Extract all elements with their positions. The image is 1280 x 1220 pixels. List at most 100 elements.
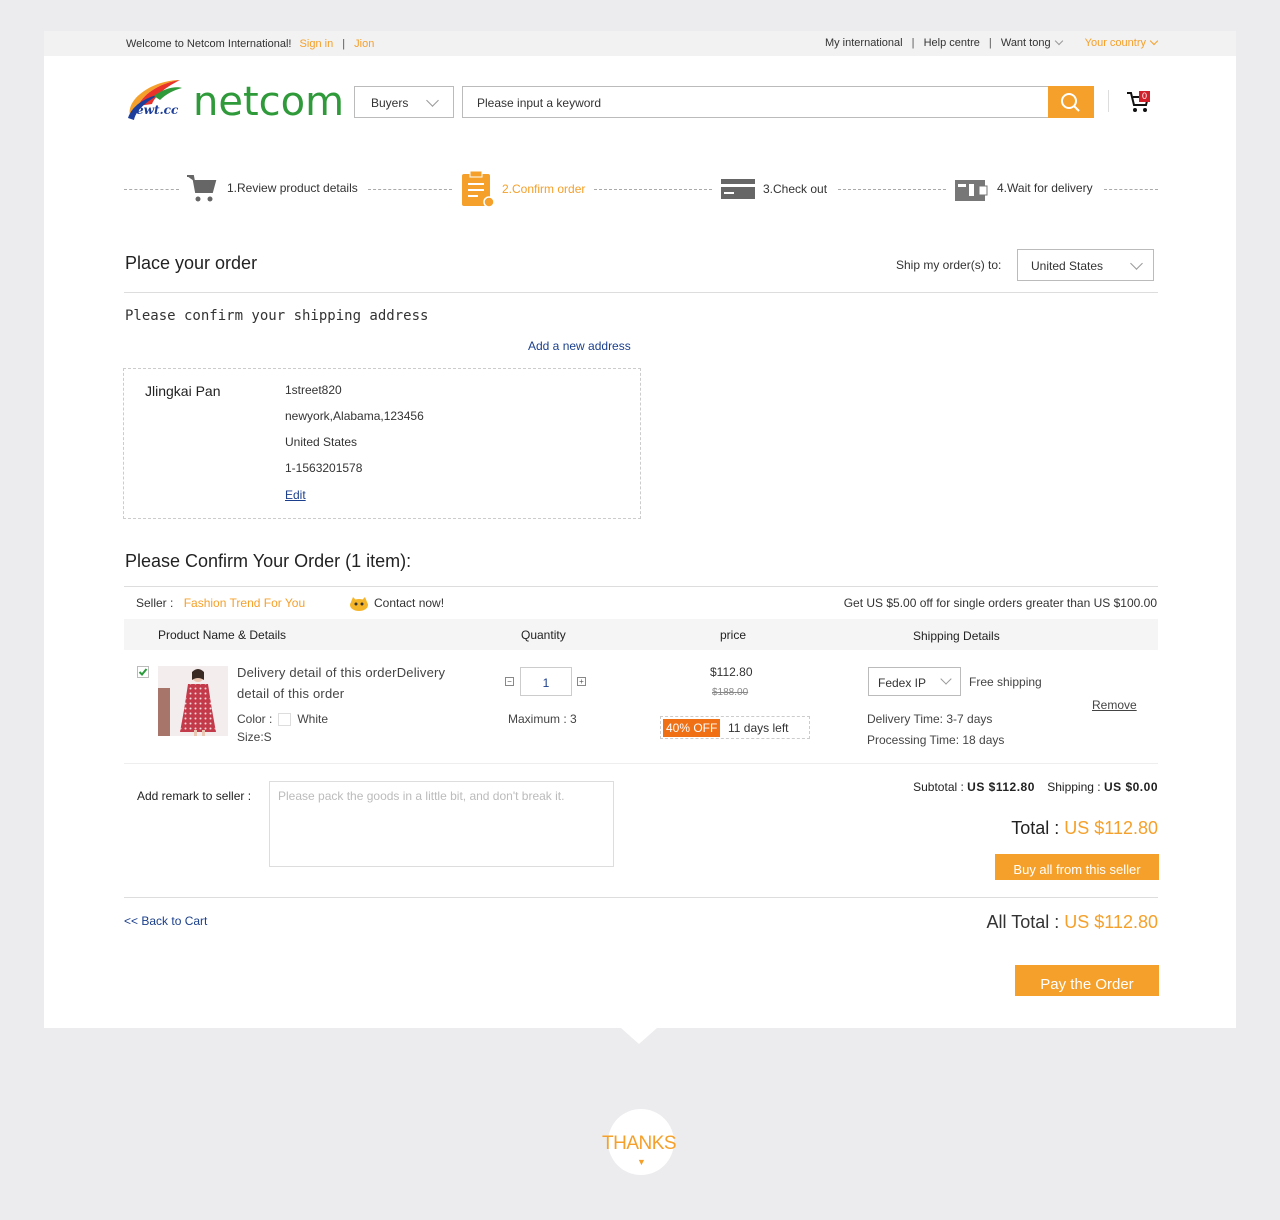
shipping-label: Shipping : xyxy=(1047,780,1101,794)
divider xyxy=(124,292,1158,293)
product-size: Size:S xyxy=(237,730,272,744)
your-country-label: Your country xyxy=(1084,37,1146,49)
pay-order-button[interactable]: Pay the Order xyxy=(1015,965,1159,996)
col-price-header: price xyxy=(720,628,747,642)
topbar-right: My international | Help centre | Want to… xyxy=(825,36,1159,49)
divider xyxy=(124,897,1158,898)
step-connector xyxy=(124,189,179,190)
chevron-down-icon xyxy=(1054,36,1063,46)
product-image xyxy=(158,666,228,736)
quantity-decrease-button[interactable]: − xyxy=(505,677,514,686)
remove-item-link[interactable]: Remove xyxy=(1092,698,1137,712)
total-value: US $112.80 xyxy=(1064,818,1158,838)
contact-seller-link[interactable]: Contact now! xyxy=(349,596,444,611)
seller-name-link[interactable]: Fashion Trend For You xyxy=(184,596,305,610)
subtotal-line: Subtotal : US $112.80 Shipping : US $0.0… xyxy=(913,780,1158,794)
contact-label: Contact now! xyxy=(374,596,445,610)
discount-badge: 40% OFF xyxy=(663,719,721,737)
total-line: Total : US $112.80 xyxy=(1011,818,1158,839)
product-color: Color : White xyxy=(237,712,329,727)
credit-card-icon xyxy=(721,179,755,199)
item-checkbox[interactable] xyxy=(137,666,149,678)
col-shipping-header: Shipping Details xyxy=(913,629,1000,643)
col-product-header: Product Name & Details xyxy=(158,628,287,642)
address-phone: 1-1563201578 xyxy=(285,461,363,475)
your-country-menu[interactable]: Your country xyxy=(1084,36,1159,49)
buyers-label: Buyers xyxy=(371,96,409,110)
step-connector xyxy=(594,189,712,190)
processing-time: Processing Time: 18 days xyxy=(867,733,1005,747)
edit-address-link[interactable]: Edit xyxy=(285,488,306,502)
my-international-link[interactable]: My international xyxy=(825,37,903,49)
all-total-value: US $112.80 xyxy=(1064,912,1158,932)
search-input[interactable]: Please input a keyword xyxy=(462,86,1094,118)
item-price: $112.80 xyxy=(710,665,753,679)
buyers-dropdown[interactable]: Buyers xyxy=(354,86,454,118)
seller-row: Seller : Fashion Trend For You xyxy=(136,596,305,610)
promo-text: Get US $5.00 off for single orders great… xyxy=(843,596,1157,610)
chevron-down-icon xyxy=(1130,257,1143,270)
remark-label: Add remark to seller : xyxy=(137,789,252,803)
divider xyxy=(124,763,1158,764)
sign-in-link[interactable]: Sign in xyxy=(300,38,334,50)
address-name: Jlingkai Pan xyxy=(145,383,221,399)
remark-placeholder: Please pack the goods in a little bit, a… xyxy=(278,789,565,803)
divider: | xyxy=(342,38,346,50)
shipping-cost: Free shipping xyxy=(969,675,1042,689)
address-city: newyork,Alabama,123456 xyxy=(285,409,424,423)
join-link[interactable]: Jion xyxy=(354,38,374,50)
logo-wordmark[interactable]: netcom xyxy=(193,79,344,125)
want-tong-menu[interactable]: Want tong xyxy=(1000,36,1063,49)
product-thumbnail[interactable] xyxy=(158,666,228,736)
all-total-label: All Total : xyxy=(986,912,1060,932)
card-notch xyxy=(621,1028,657,1044)
address-heading: Please confirm your shipping address xyxy=(125,308,429,324)
search-button[interactable] xyxy=(1048,86,1094,118)
ship-to-label: Ship my order(s) to: xyxy=(896,258,1002,272)
shipping-method-value: Fedex IP xyxy=(878,676,927,690)
help-centre-link[interactable]: Help centre xyxy=(924,37,980,49)
step-4-label: 4.Wait for delivery xyxy=(997,181,1093,195)
buy-all-button[interactable]: Buy all from this seller xyxy=(995,854,1159,880)
color-swatch xyxy=(278,713,292,727)
delivery-time: Delivery Time: 3-7 days xyxy=(867,712,993,726)
days-left: 11 days left xyxy=(728,721,789,735)
top-utility-bar: Welcome to Netcom International! Sign in… xyxy=(44,31,1236,56)
page-title: Place your order xyxy=(125,253,258,273)
divider xyxy=(124,586,1158,587)
cart-button[interactable]: 0 xyxy=(1126,90,1154,114)
divider: | xyxy=(988,37,992,49)
step-connector xyxy=(368,189,452,190)
col-quantity-header: Quantity xyxy=(521,628,566,642)
header-divider xyxy=(1108,90,1109,112)
topbar-left: Welcome to Netcom International! Sign in… xyxy=(126,38,374,50)
thanks-text: THANKS xyxy=(602,1133,677,1154)
add-address-link[interactable]: Add a new address xyxy=(528,339,631,353)
quantity-input[interactable]: 1 xyxy=(520,667,572,696)
quantity-increase-button[interactable]: + xyxy=(577,677,586,686)
product-name-link[interactable]: Delivery detail of this orderDelivery de… xyxy=(237,662,477,704)
step-connector xyxy=(1104,189,1158,190)
down-arrow-icon: ▼ xyxy=(637,1157,646,1167)
shipping-method-select[interactable]: Fedex IP xyxy=(868,667,961,696)
seller-label: Seller : xyxy=(136,596,174,610)
address-country: United States xyxy=(285,435,358,449)
step-1-label: 1.Review product details xyxy=(227,181,358,195)
confirm-order-heading: Please Confirm Your Order (1 item): xyxy=(125,551,412,571)
search-icon xyxy=(1061,93,1080,112)
subtotal-value: US $112.80 xyxy=(967,780,1035,794)
color-value: White xyxy=(297,712,329,726)
total-label: Total : xyxy=(1011,818,1060,838)
ship-country-select[interactable]: United States xyxy=(1017,249,1154,281)
back-to-cart-link[interactable]: << Back to Cart xyxy=(124,914,207,928)
all-total-line: All Total : US $112.80 xyxy=(987,912,1158,933)
search-placeholder: Please input a keyword xyxy=(477,96,602,110)
divider: | xyxy=(911,37,915,49)
chevron-down-icon xyxy=(426,94,439,107)
welcome-text: Welcome to Netcom International! xyxy=(126,38,292,50)
remark-textarea[interactable]: Please pack the goods in a little bit, a… xyxy=(269,781,614,867)
shipping-value: US $0.00 xyxy=(1103,780,1158,794)
clipboard-check-icon xyxy=(462,170,495,208)
chevron-down-icon xyxy=(940,673,952,685)
want-tong-label: Want tong xyxy=(1000,37,1051,49)
